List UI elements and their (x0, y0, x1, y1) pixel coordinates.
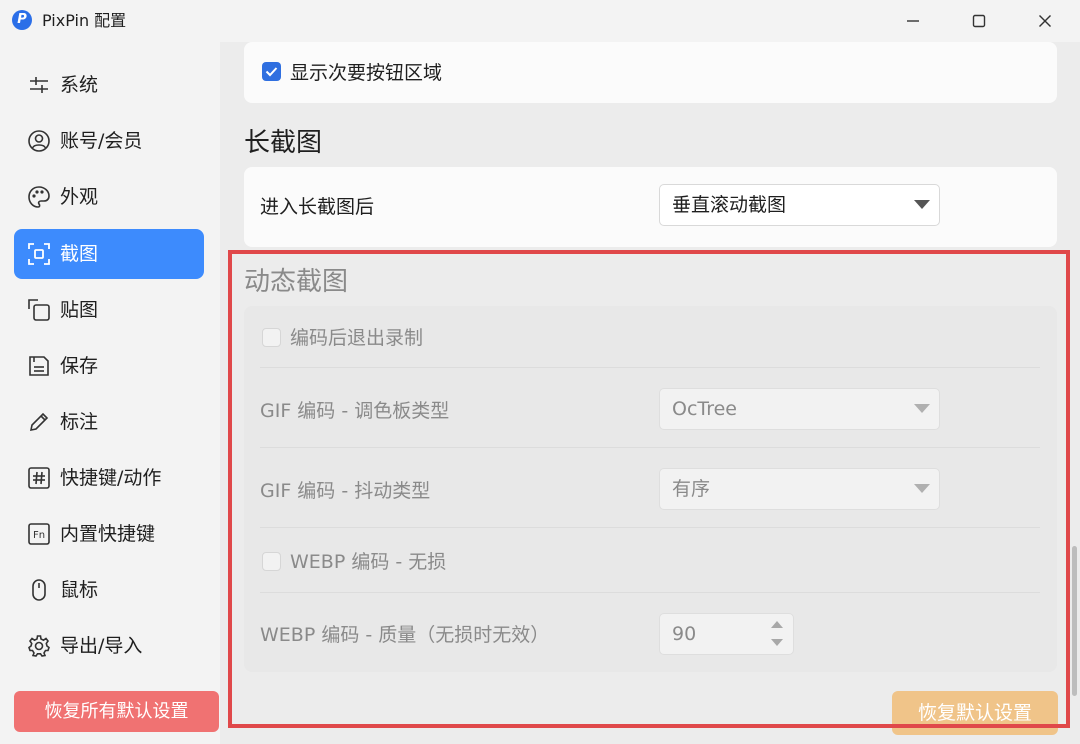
gif-dither-select[interactable]: 有序 (659, 468, 940, 510)
sidebar-item-screenshot[interactable]: 截图 (14, 229, 204, 279)
sidebar-item-export-import[interactable]: 导出/导入 (14, 621, 204, 671)
window-title: PixPin 配置 (42, 11, 127, 30)
reset-all-button[interactable]: 恢复所有默认设置 (14, 691, 219, 732)
save-icon (29, 356, 49, 376)
scrollbar[interactable] (1072, 546, 1077, 696)
sidebar-item-system[interactable]: 系统 (14, 60, 204, 110)
sidebar-item-annotate[interactable]: 标注 (14, 397, 204, 447)
webp-lossless-label: WEBP 编码 - 无损 (290, 551, 447, 573)
after-enter-label: 进入长截图后 (260, 196, 375, 218)
gif-palette-value: OcTree (672, 398, 737, 420)
sliders-icon (30, 77, 48, 93)
hash-icon (28, 467, 50, 489)
gear-icon (28, 635, 50, 657)
webp-lossless-checkbox[interactable] (262, 552, 281, 571)
gif-dither-value: 有序 (672, 478, 711, 500)
sidebar-item-label: 贴图 (60, 299, 99, 321)
sidebar-item-label: 系统 (60, 74, 99, 96)
sidebar-item-label: 标注 (60, 411, 99, 433)
after-enter-select[interactable]: 垂直滚动截图 (659, 184, 940, 226)
secondary-buttons-label: 显示次要按钮区域 (290, 62, 443, 84)
sidebar-item-label: 导出/导入 (60, 635, 143, 657)
sidebar-item-label: 快捷键/动作 (60, 467, 162, 489)
long-screenshot-card: 进入长截图后 垂直滚动截图 (244, 167, 1057, 247)
divider (260, 367, 1040, 368)
pixpin-logo-icon: P (12, 10, 32, 30)
svg-text:Fn: Fn (33, 530, 45, 541)
divider (260, 527, 1040, 528)
fn-key-icon: Fn (28, 523, 50, 545)
chevron-down-icon (914, 404, 930, 413)
title-bar: P PixPin 配置 (0, 0, 1080, 42)
sidebar-item-label: 保存 (60, 355, 99, 377)
secondary-buttons-card: 显示次要按钮区域 (244, 42, 1057, 103)
sidebar-item-label: 账号/会员 (60, 130, 143, 152)
chevron-down-icon (914, 484, 930, 493)
screenshot-icon (28, 243, 50, 265)
decrement-arrow-icon[interactable] (771, 639, 783, 646)
minimize-icon (907, 20, 919, 22)
gif-palette-select[interactable]: OcTree (659, 388, 940, 430)
user-icon (28, 130, 50, 152)
sidebar-item-pin[interactable]: 贴图 (14, 285, 204, 335)
pencil-icon (29, 412, 49, 432)
secondary-buttons-checkbox[interactable] (262, 62, 281, 81)
chevron-down-icon (914, 200, 930, 209)
sidebar-item-label: 鼠标 (60, 579, 99, 601)
close-icon (1039, 15, 1051, 27)
minimize-button[interactable] (880, 0, 946, 42)
dynamic-screenshot-card: 编码后退出录制 GIF 编码 - 调色板类型 OcTree GIF 编码 - 抖… (244, 306, 1057, 672)
increment-arrow-icon[interactable] (771, 621, 783, 628)
webp-quality-stepper[interactable]: 90 (659, 613, 794, 655)
sidebar: 系统 账号/会员 外观 截图 贴图 保存 标注 快捷键/动作 Fn 内置快捷键 … (0, 42, 220, 744)
sidebar-item-builtin-hotkeys[interactable]: Fn 内置快捷键 (14, 509, 204, 559)
checkmark-icon (265, 67, 278, 77)
divider (260, 592, 1040, 593)
long-screenshot-title: 长截图 (244, 128, 323, 158)
exit-after-encode-checkbox[interactable] (262, 328, 281, 347)
dynamic-screenshot-title: 动态截图 (244, 267, 349, 297)
maximize-icon (972, 14, 986, 28)
gif-palette-label: GIF 编码 - 调色板类型 (260, 400, 450, 422)
sidebar-item-save[interactable]: 保存 (14, 341, 204, 391)
webp-quality-label: WEBP 编码 - 质量（无损时无效） (260, 624, 550, 646)
settings-panel: 显示次要按钮区域 长截图 进入长截图后 垂直滚动截图 动态截图 编码后退出录制 … (220, 42, 1080, 744)
sidebar-item-label: 外观 (60, 186, 99, 208)
sidebar-item-hotkeys[interactable]: 快捷键/动作 (14, 453, 204, 503)
palette-icon (28, 186, 50, 208)
close-button[interactable] (1012, 0, 1078, 42)
after-enter-value: 垂直滚动截图 (672, 194, 787, 216)
divider (260, 447, 1040, 448)
sidebar-item-label: 内置快捷键 (60, 523, 156, 545)
pin-image-icon (28, 299, 50, 321)
mouse-icon (32, 579, 46, 601)
sidebar-item-account[interactable]: 账号/会员 (14, 116, 204, 166)
maximize-button[interactable] (946, 0, 1012, 42)
sidebar-item-mouse[interactable]: 鼠标 (14, 565, 204, 615)
sidebar-item-label: 截图 (60, 243, 99, 265)
webp-quality-value: 90 (672, 623, 697, 645)
sidebar-item-appearance[interactable]: 外观 (14, 172, 204, 222)
reset-section-button[interactable]: 恢复默认设置 (892, 691, 1058, 735)
gif-dither-label: GIF 编码 - 抖动类型 (260, 480, 431, 502)
exit-after-encode-label: 编码后退出录制 (290, 327, 424, 349)
